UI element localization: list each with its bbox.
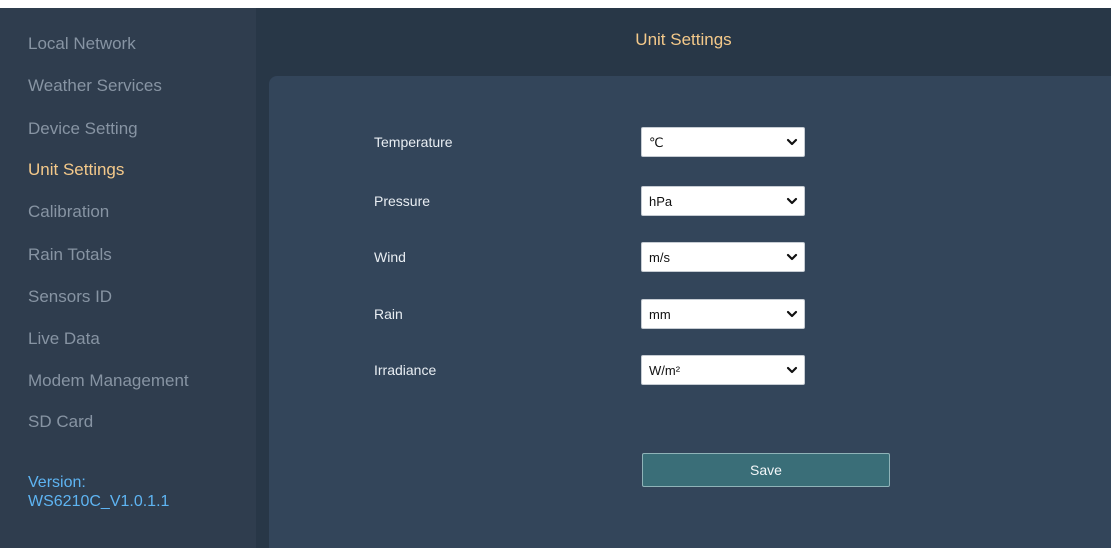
irradiance-label: Irradiance <box>374 362 437 378</box>
sidebar-item-device-setting[interactable]: Device Setting <box>28 119 138 139</box>
rain-select-value: mm <box>649 307 671 322</box>
app-frame: Local Network Weather Services Device Se… <box>0 8 1111 548</box>
sidebar-item-weather-services[interactable]: Weather Services <box>28 76 162 96</box>
wind-select-value: m/s <box>649 250 670 265</box>
version-value: WS6210C_V1.0.1.1 <box>28 493 170 510</box>
sidebar-item-unit-settings[interactable]: Unit Settings <box>28 160 124 180</box>
rain-select[interactable]: mm <box>641 299 805 329</box>
page-title: Unit Settings <box>635 30 732 49</box>
temperature-select[interactable]: ℃ <box>641 127 805 157</box>
pressure-label: Pressure <box>374 193 431 209</box>
sidebar: Local Network Weather Services Device Se… <box>0 8 256 548</box>
temperature-select-value: ℃ <box>649 135 664 150</box>
pressure-select[interactable]: hPa <box>641 186 805 216</box>
sidebar-item-sensors-id[interactable]: Sensors ID <box>28 287 112 307</box>
sidebar-item-modem-management[interactable]: Modem Management <box>28 371 189 391</box>
temperature-label: Temperature <box>374 134 453 150</box>
unit-settings-panel: Temperature ℃ Pressure hPa Wind m/s Rain… <box>269 76 1111 548</box>
save-button[interactable]: Save <box>642 453 890 487</box>
chevron-down-icon <box>786 253 798 261</box>
version-label: Version: <box>28 474 86 491</box>
sidebar-item-local-network[interactable]: Local Network <box>28 34 136 54</box>
wind-label: Wind <box>374 249 406 265</box>
rain-label: Rain <box>374 306 403 322</box>
chevron-down-icon <box>786 197 798 205</box>
sidebar-item-calibration[interactable]: Calibration <box>28 202 109 222</box>
chevron-down-icon <box>786 310 798 318</box>
pressure-select-value: hPa <box>649 194 673 209</box>
sidebar-item-live-data[interactable]: Live Data <box>28 329 100 349</box>
irradiance-select[interactable]: W/m² <box>641 355 805 385</box>
wind-select[interactable]: m/s <box>641 242 805 272</box>
irradiance-select-value: W/m² <box>649 363 681 378</box>
sidebar-item-rain-totals[interactable]: Rain Totals <box>28 245 112 265</box>
version-info: Version: WS6210C_V1.0.1.1 <box>28 473 169 511</box>
chevron-down-icon <box>786 366 798 374</box>
chevron-down-icon <box>786 138 798 146</box>
sidebar-item-sd-card[interactable]: SD Card <box>28 412 93 432</box>
